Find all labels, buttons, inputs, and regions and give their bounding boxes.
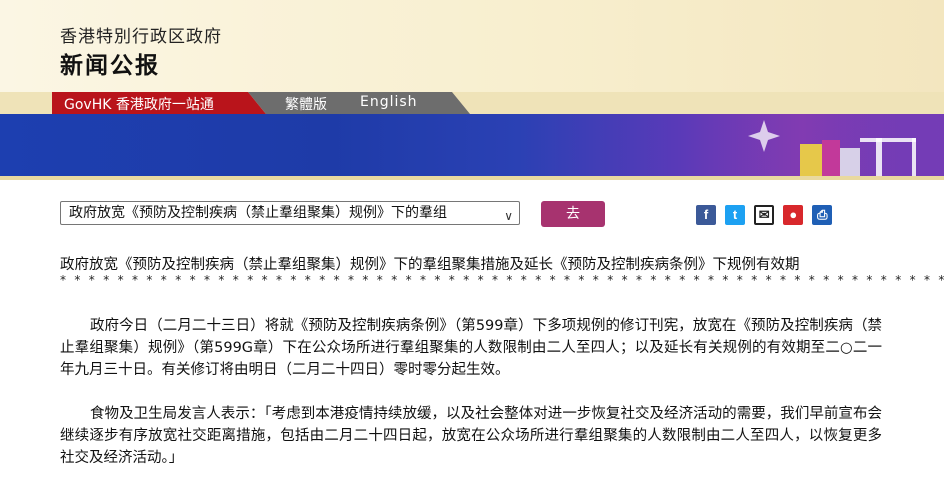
title-divider: ****************************************…	[60, 273, 944, 287]
banner	[0, 114, 944, 176]
article-title: 政府放宽《预防及控制疾病（禁止羣组聚集）规例》下的羣组聚集措施及延长《预防及控制…	[60, 257, 800, 273]
nav-language-tab	[248, 92, 470, 114]
print-icon[interactable]: ⎙	[812, 205, 833, 225]
govhk-link[interactable]: GovHK 香港政府一站通	[64, 94, 214, 114]
top-nav: GovHK 香港政府一站通 繁體版 English	[0, 92, 944, 114]
article-toolbar: 政府放宽《预防及控制疾病（禁止羣组聚集）规例》下的羣组 ∨ 去 f t ✉ ● …	[60, 201, 890, 229]
page-header: 香港特別行政区政府 新闻公报	[0, 0, 944, 92]
twitter-icon[interactable]: t	[725, 205, 746, 225]
go-button[interactable]: 去	[541, 201, 605, 227]
email-icon[interactable]: ✉	[754, 205, 775, 225]
english-link[interactable]: English	[360, 94, 418, 110]
banner-stripe	[0, 176, 944, 180]
facebook-icon[interactable]: f	[696, 205, 716, 225]
chevron-down-icon: ∨	[504, 209, 513, 223]
weibo-icon[interactable]: ●	[783, 205, 804, 225]
article-paragraph-2: 食物及卫生局发言人表示：「考虑到本港疫情持续放缓，以及社会整体对进一步恢复社交及…	[60, 406, 882, 466]
article-select-value: 政府放宽《预防及控制疾病（禁止羣组聚集）规例》下的羣组	[69, 205, 447, 221]
article-paragraph-1: 政府今日（二月二十三日）将就《预防及控制疾病条例》（第599章）下多项规例的修订…	[60, 318, 882, 378]
article-select[interactable]: 政府放宽《预防及控制疾病（禁止羣组聚集）规例》下的羣组 ∨	[60, 201, 520, 225]
traditional-chinese-link[interactable]: 繁體版	[285, 94, 327, 114]
page-title: 新闻公报	[60, 53, 160, 79]
share-bar: f t ✉ ● ⎙	[696, 205, 836, 227]
banner-decoration	[704, 114, 944, 176]
org-name: 香港特別行政区政府	[60, 27, 222, 47]
